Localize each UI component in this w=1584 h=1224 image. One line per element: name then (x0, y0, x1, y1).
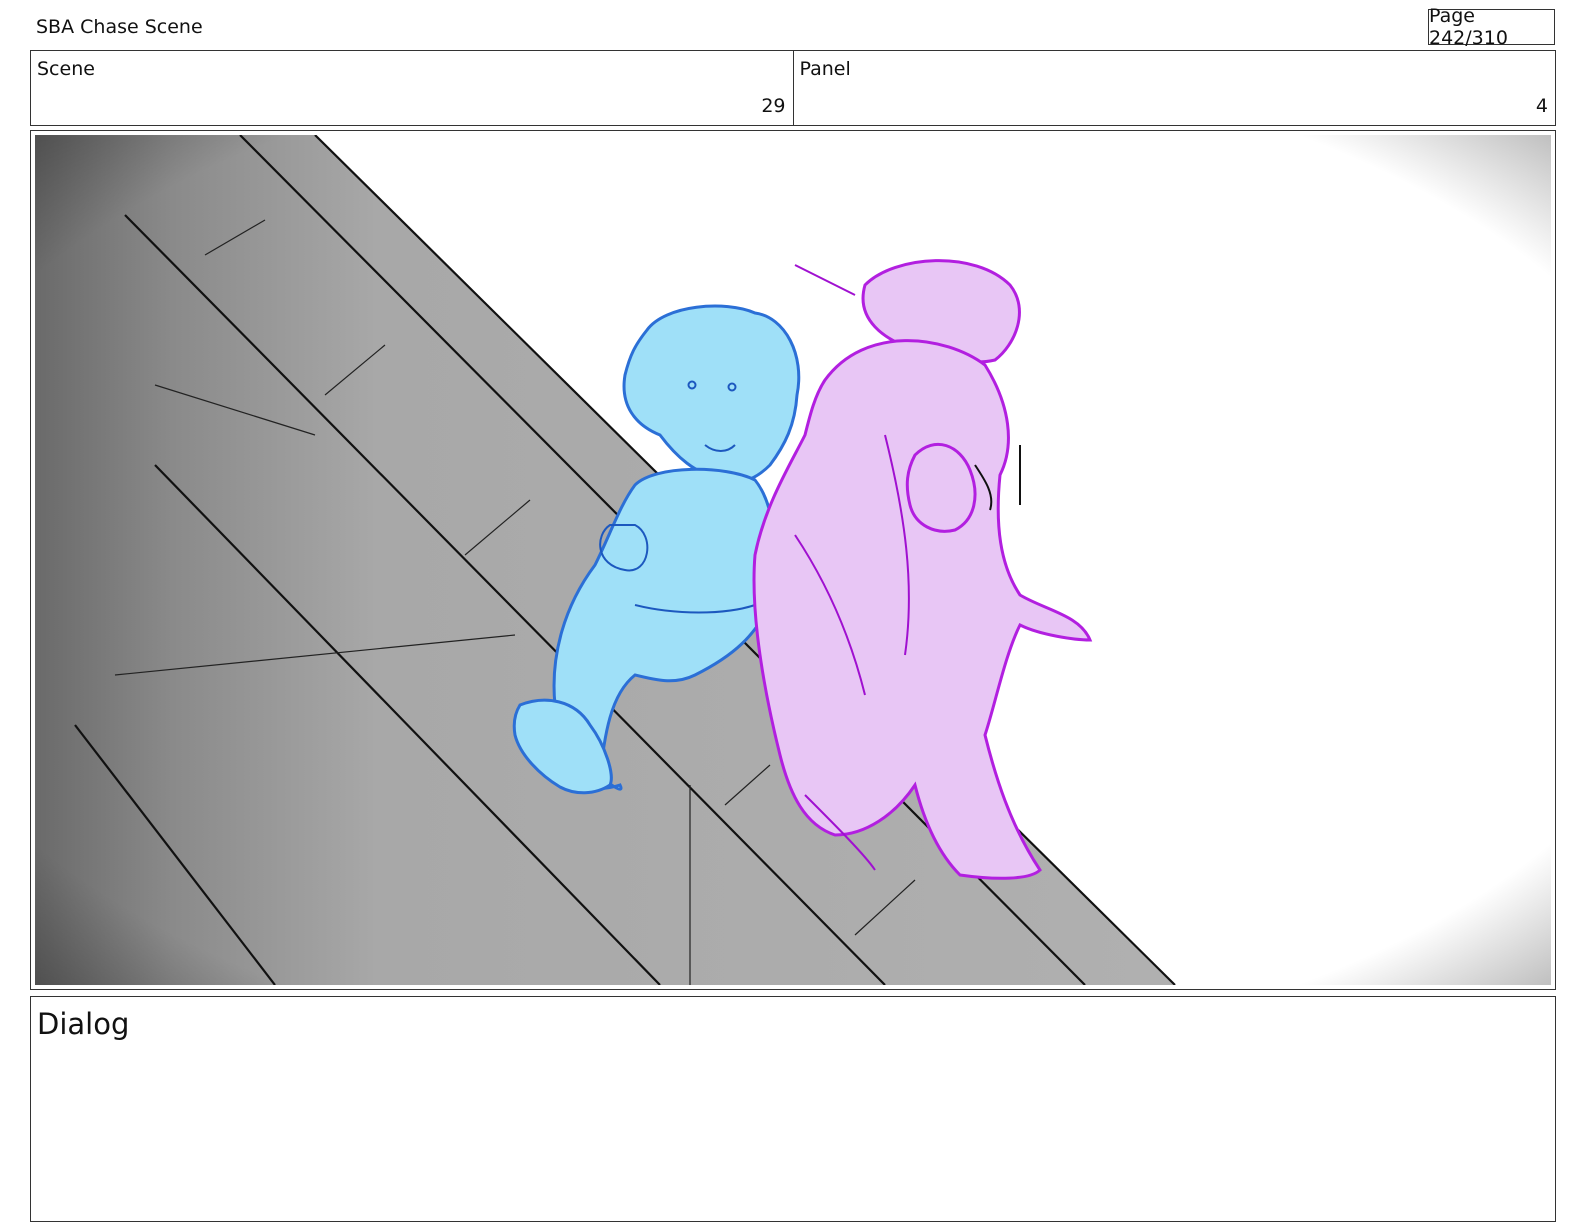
panel-cell: Panel 4 (792, 51, 1556, 125)
page-indicator: Page 242/310 (1428, 5, 1555, 49)
scene-panel-info: Scene 29 Panel 4 (30, 50, 1556, 126)
panel-number: 4 (1535, 95, 1548, 117)
storyboard-sketch-image (35, 135, 1551, 985)
vignette-overlay (35, 135, 1551, 985)
dialog-box: Dialog (30, 996, 1556, 1222)
scene-cell: Scene 29 (31, 51, 793, 125)
scene-label: Scene (37, 58, 95, 80)
storyboard-panel-frame (30, 130, 1556, 990)
scene-number: 29 (761, 95, 786, 117)
storyboard-title: SBA Chase Scene (36, 16, 203, 38)
dialog-label: Dialog (37, 1007, 130, 1041)
panel-label: Panel (799, 58, 851, 80)
